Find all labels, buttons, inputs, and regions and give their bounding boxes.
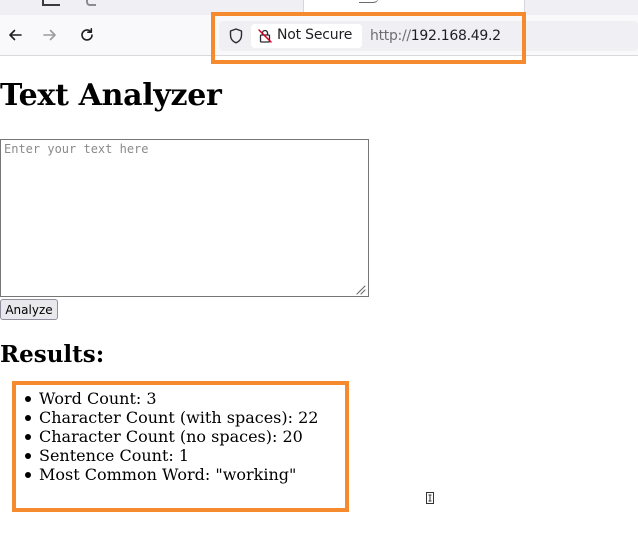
- result-char-count-no-spaces: Character Count (no spaces): 20: [24, 427, 318, 446]
- tab-list-icon[interactable]: [42, 0, 60, 6]
- shield-icon[interactable]: [227, 27, 245, 45]
- firefox-view-icon[interactable]: [86, 0, 96, 6]
- result-most-common-word: Most Common Word: "working": [24, 465, 318, 484]
- result-char-count-with-spaces: Character Count (with spaces): 22: [24, 408, 319, 427]
- reload-button[interactable]: [74, 23, 100, 47]
- navigation-toolbar: Not Secure http://192.168.49.2: [0, 15, 638, 56]
- page-title: Text Analyzer: [0, 78, 222, 113]
- url-bar[interactable]: Not Secure http://192.168.49.2: [219, 21, 638, 51]
- url-text[interactable]: http://192.168.49.2: [370, 28, 501, 44]
- resize-grip-icon[interactable]: [355, 284, 366, 295]
- results-list: Word Count: 3 Character Count (with spac…: [24, 389, 319, 484]
- security-indicator[interactable]: Not Secure: [251, 24, 362, 48]
- security-label: Not Secure: [277, 27, 353, 43]
- active-tab[interactable]: [303, 0, 525, 15]
- url-host: 192.168.49.2: [410, 28, 501, 44]
- text-input[interactable]: [0, 139, 369, 297]
- result-sentence-count: Sentence Count: 1: [24, 446, 318, 465]
- forward-button[interactable]: [37, 23, 63, 47]
- reload-icon: [81, 28, 93, 41]
- result-word-count: Word Count: 3: [24, 389, 318, 408]
- arrow-left-icon: [9, 29, 22, 41]
- analyze-button[interactable]: Analyze: [0, 299, 58, 320]
- back-button[interactable]: [2, 23, 28, 47]
- results-heading: Results:: [0, 341, 105, 368]
- tab-title-fragment: [359, 0, 379, 3]
- url-scheme: http://: [370, 28, 411, 44]
- text-cursor-icon: [426, 492, 434, 504]
- broken-lock-icon: [258, 29, 272, 43]
- arrow-right-icon: [43, 29, 56, 41]
- tab-strip: [0, 0, 638, 15]
